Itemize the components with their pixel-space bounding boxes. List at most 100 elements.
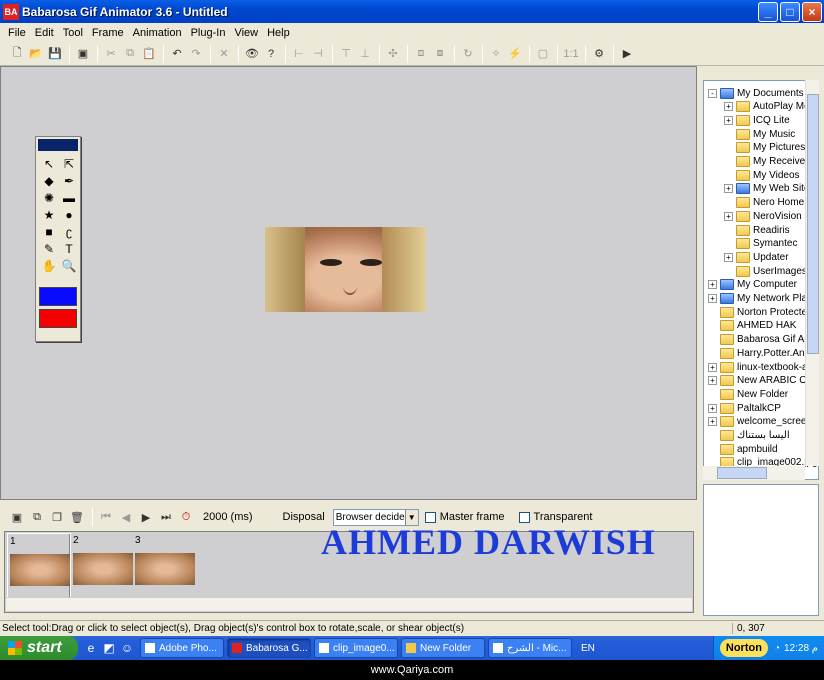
background-color-swatch[interactable]: [39, 309, 77, 328]
tray-volume-icon[interactable]: ◔: [774, 643, 780, 654]
task-button[interactable]: clip_image0...: [314, 638, 398, 658]
menu-view[interactable]: View: [234, 27, 258, 39]
tree-item[interactable]: Norton Protected: [708, 305, 813, 319]
frame-strip-scrollbar[interactable]: [6, 597, 692, 611]
menu-edit[interactable]: Edit: [35, 27, 54, 39]
task-button[interactable]: Babarosa G...: [227, 638, 311, 658]
tree-expander-icon[interactable]: +: [724, 211, 733, 221]
star-icon[interactable]: ★: [39, 206, 59, 223]
next-frame-icon[interactable]: ▶: [137, 508, 155, 526]
optimize-icon[interactable]: ⚙: [590, 45, 608, 63]
align-right-icon[interactable]: ⊣: [309, 45, 327, 63]
lasso-icon[interactable]: ʗ: [59, 223, 79, 240]
rotate-arrow-icon[interactable]: ⇱: [59, 155, 79, 172]
redo-icon[interactable]: ↷: [187, 45, 205, 63]
add-frame-icon[interactable]: ▣: [8, 508, 26, 526]
close-button[interactable]: ×: [802, 1, 822, 22]
save-icon[interactable]: 💾: [46, 45, 64, 63]
menu-tool[interactable]: Tool: [63, 27, 83, 39]
menu-animation[interactable]: Animation: [133, 27, 182, 39]
tree-expander-icon[interactable]: +: [708, 362, 717, 372]
tree-item[interactable]: Nero Home: [724, 196, 804, 210]
new-file-icon[interactable]: 🗋: [8, 45, 26, 63]
tree-expander-icon[interactable]: +: [708, 280, 717, 290]
messenger-icon[interactable]: ☺: [118, 641, 136, 655]
tree-item[interactable]: My Received: [724, 155, 811, 169]
frame-image[interactable]: [265, 227, 426, 312]
cut-icon[interactable]: ✂: [102, 45, 120, 63]
task-button[interactable]: New Folder: [401, 638, 485, 658]
undo-icon[interactable]: ↶: [168, 45, 186, 63]
start-button[interactable]: start: [0, 636, 78, 660]
group-icon[interactable]: ⧈: [412, 45, 430, 63]
delete-icon[interactable]: ✕: [215, 45, 233, 63]
eraser-icon[interactable]: ✺: [39, 189, 59, 206]
tree-item[interactable]: Babarosa Gif Animator: [708, 333, 818, 347]
tree-vertical-scrollbar[interactable]: [805, 80, 819, 466]
tree-item[interactable]: New Folder: [708, 387, 788, 401]
tree-expander-icon[interactable]: +: [724, 252, 733, 262]
tree-item[interactable]: My Pictures: [724, 141, 805, 155]
last-frame-icon[interactable]: ⏭: [157, 508, 175, 526]
tree-expander-icon[interactable]: +: [708, 403, 717, 413]
ellipse-icon[interactable]: ●: [59, 206, 79, 223]
tree-expander-icon[interactable]: +: [724, 184, 733, 194]
fill-bucket-icon[interactable]: ◆: [39, 172, 59, 189]
tree-item[interactable]: My Music: [724, 127, 795, 141]
tree-expander-icon[interactable]: +: [724, 115, 733, 125]
eyedropper-icon[interactable]: ✒: [59, 172, 79, 189]
menu-file[interactable]: File: [8, 27, 26, 39]
delete-frame-icon[interactable]: 🗑: [68, 508, 86, 526]
tree-item[interactable]: + New ARABIC OCR: [708, 374, 818, 388]
hand-icon[interactable]: ✋: [39, 257, 59, 274]
tree-item[interactable]: + Updater: [724, 250, 789, 264]
insert-frame-icon[interactable]: ⧉: [28, 508, 46, 526]
effect-icon[interactable]: ✧: [487, 45, 505, 63]
tree-expander-icon[interactable]: +: [724, 102, 733, 112]
tree-item[interactable]: My Videos: [724, 168, 800, 182]
menu-frame[interactable]: Frame: [92, 27, 124, 39]
tree-expander-icon[interactable]: +: [708, 376, 717, 386]
maximize-button[interactable]: □: [780, 1, 800, 22]
rectangle-icon[interactable]: ▬: [59, 189, 79, 206]
tree-item[interactable]: + ICQ Lite: [724, 113, 790, 127]
tree-expander-icon[interactable]: +: [708, 417, 717, 427]
crop-icon[interactable]: ▢: [534, 45, 552, 63]
center-icon[interactable]: ✣: [384, 45, 402, 63]
browser-icon[interactable]: e: [82, 641, 100, 655]
first-frame-icon[interactable]: ⏮: [97, 508, 115, 526]
desktop-icon[interactable]: ◩: [100, 641, 118, 655]
minimize-button[interactable]: _: [758, 1, 778, 22]
tree-item[interactable]: Symantec: [724, 237, 797, 251]
menu-help[interactable]: Help: [267, 27, 290, 39]
paste-icon[interactable]: 📋: [140, 45, 158, 63]
import-icon[interactable]: ▣: [74, 45, 92, 63]
prev-frame-icon[interactable]: ◀: [117, 508, 135, 526]
file-tree[interactable]: - My Documents + AutoPlay Media + ICQ Lite My …: [703, 80, 819, 480]
align-left-icon[interactable]: ⊢: [290, 45, 308, 63]
tree-item[interactable]: + My Computer: [708, 278, 797, 292]
magic-wand-icon[interactable]: ⚡: [506, 45, 524, 63]
tree-horizontal-scrollbar[interactable]: [703, 466, 805, 480]
help-icon[interactable]: ?: [262, 45, 280, 63]
rotate-icon[interactable]: ↻: [459, 45, 477, 63]
tree-item[interactable]: apmbuild: [708, 442, 778, 456]
zoom-icon[interactable]: 🔍: [59, 257, 79, 274]
tool-palette-titlebar[interactable]: [38, 139, 78, 151]
align-top-icon[interactable]: ⊤: [337, 45, 355, 63]
tree-item[interactable]: + NeroVision: [724, 209, 802, 223]
frame-delay[interactable]: 2000 (ms): [203, 511, 253, 523]
frame-thumbnail[interactable]: 3: [133, 533, 197, 599]
text-tool-icon[interactable]: T: [59, 240, 79, 257]
menu-plugin[interactable]: Plug-In: [191, 27, 226, 39]
frame-thumbnail[interactable]: 2: [71, 533, 135, 599]
tree-hscroll-thumb[interactable]: [717, 467, 767, 479]
tree-item[interactable]: + PaltalkCP: [708, 401, 781, 415]
duplicate-frame-icon[interactable]: ❐: [48, 508, 66, 526]
tree-expander-icon[interactable]: -: [708, 88, 717, 98]
play-icon[interactable]: ▶: [618, 45, 636, 63]
tree-item[interactable]: اليسا بستناك: [708, 429, 790, 443]
preview-eye-icon[interactable]: 👁: [243, 45, 261, 63]
foreground-color-swatch[interactable]: [39, 287, 77, 306]
language-indicator[interactable]: EN: [581, 643, 595, 654]
